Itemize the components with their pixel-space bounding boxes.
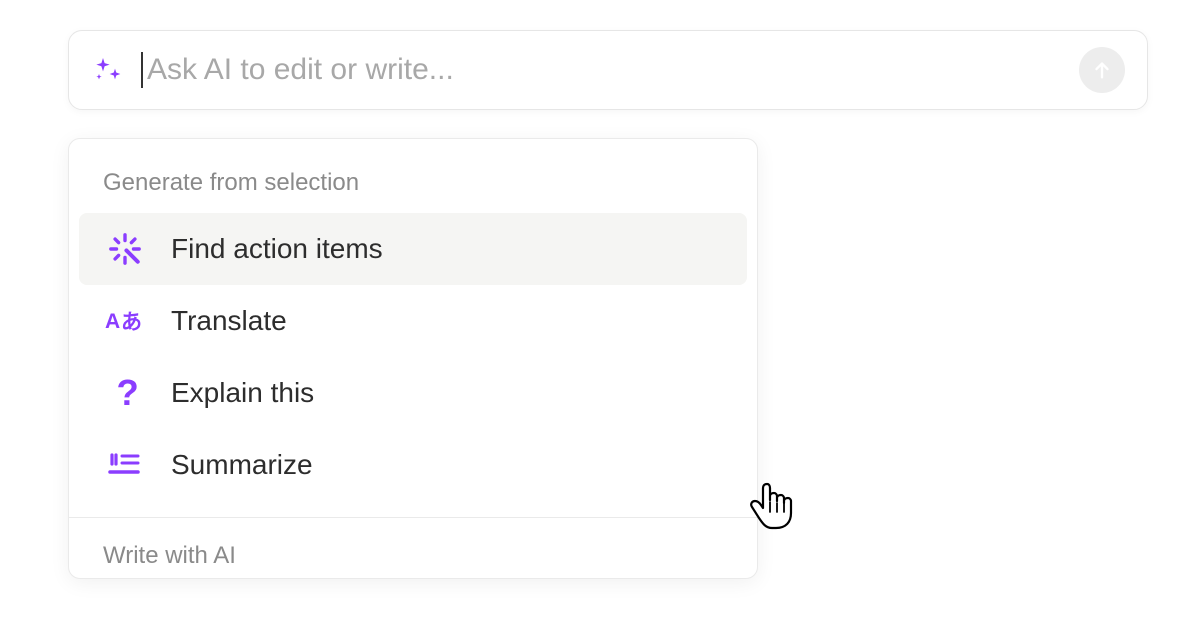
- menu-item-explain-this[interactable]: ? Explain this: [69, 357, 757, 429]
- menu-item-find-action-items[interactable]: Find action items: [79, 213, 747, 285]
- ai-dropdown-menu: Generate from selection Find action item…: [68, 138, 758, 579]
- ai-input-bar[interactable]: Ask AI to edit or write...: [68, 30, 1148, 110]
- svg-text:あ: あ: [121, 311, 142, 334]
- text-cursor: [141, 52, 143, 88]
- svg-text:?: ?: [117, 376, 139, 410]
- menu-item-label: Find action items: [171, 233, 383, 265]
- arrow-up-icon: [1091, 59, 1113, 81]
- submit-button[interactable]: [1079, 47, 1125, 93]
- magic-wand-icon: [103, 231, 147, 267]
- section-header-generate: Generate from selection: [69, 169, 757, 213]
- question-icon: ?: [103, 375, 147, 411]
- section-header-write: Write with AI: [69, 518, 757, 578]
- svg-text:A: A: [105, 310, 120, 333]
- menu-item-summarize[interactable]: Summarize: [69, 429, 757, 501]
- menu-item-translate[interactable]: A あ Translate: [69, 285, 757, 357]
- translate-icon: A あ: [103, 303, 147, 339]
- menu-item-label: Summarize: [171, 449, 313, 481]
- summarize-icon: [103, 447, 147, 483]
- menu-item-label: Explain this: [171, 377, 314, 409]
- menu-item-label: Translate: [171, 305, 287, 337]
- sparkle-icon: [91, 54, 123, 86]
- ai-input-placeholder: Ask AI to edit or write...: [147, 53, 454, 87]
- ai-input-wrapper[interactable]: Ask AI to edit or write...: [141, 52, 1079, 88]
